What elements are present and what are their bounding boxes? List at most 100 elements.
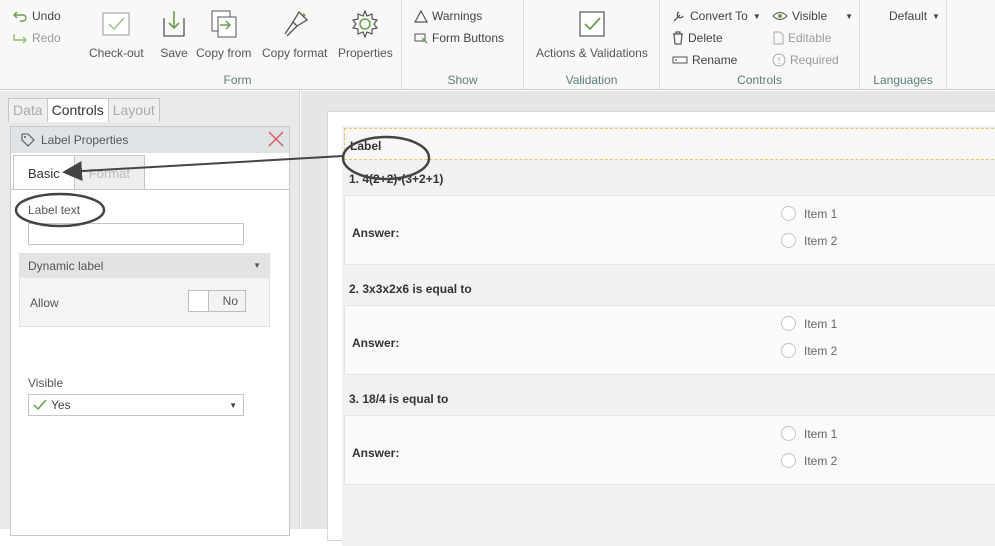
question-row[interactable]: 1. 4(2+2)-(3+2+1) [342,163,995,193]
tab-controls[interactable]: Controls [46,98,109,122]
chevron-down-icon: ▼ [932,11,940,21]
undo-button[interactable]: Undo [12,9,61,23]
undo-label: Undo [32,9,61,23]
form-canvas: Label 1. 4(2+2)-(3+2+1) Answer: Item 1 I… [301,91,995,546]
convert-to-label: Convert To [690,9,748,23]
subtab-format[interactable]: Format [73,155,145,189]
panel-tabs: Data Controls Layout [8,98,160,122]
chevron-down-icon: ▼ [253,261,261,270]
radio-label: Item 2 [804,453,838,468]
form-buttons-label: Form Buttons [432,31,505,45]
convert-to-button[interactable]: Convert To ▼ [672,9,761,23]
toggle-knob [189,291,209,311]
form-body: Label 1. 4(2+2)-(3+2+1) Answer: Item 1 I… [342,126,995,546]
close-icon[interactable] [267,130,285,148]
allow-toggle-value: No [222,294,238,308]
redo-button[interactable]: Redo [12,31,61,45]
gear-icon [352,9,379,39]
copy-from-label: Copy from [196,46,252,60]
actions-validations-label: Actions & Validations [536,46,648,60]
question-row[interactable]: 3. 18/4 is equal to [342,383,995,413]
label-control-text: Label [350,139,382,153]
answer-label: Answer: [352,446,400,460]
label-text-label: Label text [28,203,81,217]
undo-icon [13,11,27,22]
label-text-input[interactable] [28,223,244,245]
language-value: Default [889,9,928,23]
properties-header: Label Properties [11,127,289,153]
redo-label: Redo [32,31,61,45]
controls-group: Convert To ▼ Delete Rename Visible ▼ Edi… [660,0,860,90]
editable-button[interactable]: Editable [772,31,831,45]
rename-button[interactable]: Rename [672,53,737,67]
subtab-basic[interactable]: Basic [13,155,75,189]
visible-select-value: Yes [51,398,71,412]
radio-circle-icon [781,426,796,441]
copy-format-button[interactable]: Copy format [262,8,327,60]
question-text: 2. 3x3x2x6 is equal to [349,282,472,296]
warnings-label: Warnings [432,9,483,23]
dynamic-label-title: Dynamic label [28,259,104,273]
delete-button[interactable]: Delete [672,31,723,45]
radio-label: Item 1 [804,206,838,221]
warnings-button[interactable]: Warnings [414,9,482,23]
chevron-down-icon: ▼ [229,401,237,410]
radio-label: Item 2 [804,343,838,358]
warning-triangle-icon [414,9,428,23]
actions-validations-button[interactable]: Actions & Validations [536,8,648,60]
visible-label: Visible [792,9,828,23]
copy-from-button[interactable]: Copy from [196,8,251,60]
radio-circle-icon [781,343,796,358]
redo-icon [13,34,27,44]
radio-circle-icon [781,206,796,221]
tab-data[interactable]: Data [8,98,48,122]
label-properties-panel: Label Properties Basic Format Label text… [10,126,290,536]
dynamic-label-header[interactable]: Dynamic label ▼ [20,254,269,278]
answer-box: Answer: Item 1 Item 2 [344,195,995,265]
question-text: 1. 4(2+2)-(3+2+1) [349,172,444,186]
languages-group-label: Languages [873,73,933,87]
radio-option[interactable]: Item 2 [781,233,837,248]
radio-circle-icon [781,233,796,248]
eye-icon [772,12,788,20]
save-button[interactable]: Save [158,8,190,60]
radio-option[interactable]: Item 1 [781,316,837,331]
form-page: Label 1. 4(2+2)-(3+2+1) Answer: Item 1 I… [327,111,995,546]
allow-toggle[interactable]: No [188,290,246,312]
wrench-icon [673,11,684,22]
radio-label: Item 2 [804,233,838,248]
form-buttons-icon [414,33,428,44]
editable-label: Editable [788,31,832,45]
radio-option[interactable]: Item 2 [781,453,837,468]
radio-option[interactable]: Item 1 [781,206,837,221]
radio-option[interactable]: Item 1 [781,426,837,441]
checkout-button[interactable]: Check-out [89,8,144,60]
copy-from-icon [211,10,237,38]
delete-label: Delete [688,31,723,45]
visible-button[interactable]: Visible ▼ [772,9,853,23]
required-button[interactable]: Required [772,53,839,67]
properties-button[interactable]: Properties [338,8,393,60]
radio-circle-icon [781,316,796,331]
save-label: Save [160,46,188,60]
tab-layout[interactable]: Layout [107,98,160,122]
show-group-label: Show [447,73,478,87]
radio-option[interactable]: Item 2 [781,343,837,358]
document-icon [773,31,784,45]
radio-circle-icon [781,453,796,468]
save-icon [163,11,185,37]
visible-select[interactable]: Yes ▼ [28,394,244,416]
checkbox-check-icon [579,11,605,37]
form-buttons-button[interactable]: Form Buttons [414,31,504,45]
rename-icon [672,56,688,64]
chevron-down-icon: ▼ [752,11,761,21]
rename-label: Rename [692,53,738,67]
label-control[interactable]: Label [344,128,995,160]
radio-label: Item 1 [804,316,838,331]
answer-box: Answer: Item 1 Item 2 [344,415,995,485]
language-dropdown[interactable]: Default ▼ [889,9,940,23]
question-row[interactable]: 2. 3x3x2x6 is equal to [342,273,995,303]
paintbrush-icon [284,10,308,37]
controls-group-label: Controls [737,73,782,87]
answer-label: Answer: [352,226,400,240]
